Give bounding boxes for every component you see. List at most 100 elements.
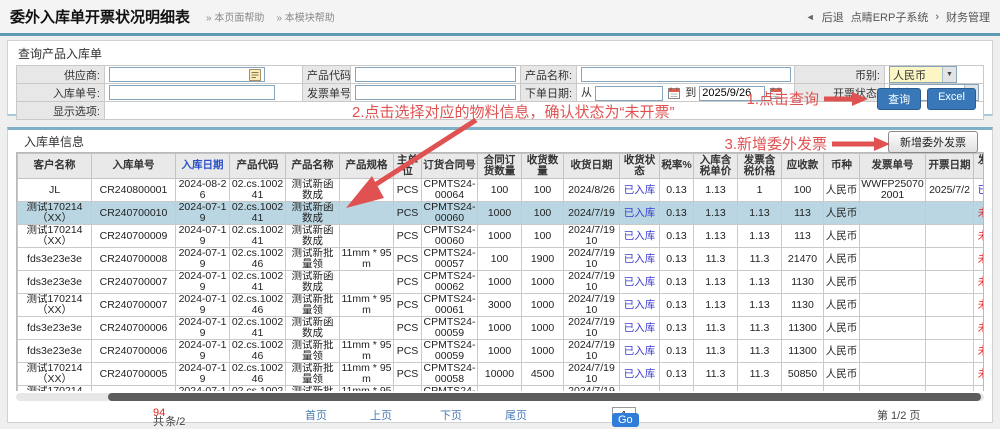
table-row[interactable]: fds3e23e3eCR2407000062024-07-1902.cs.100… (18, 340, 985, 363)
table-row[interactable]: 测试170214（XX）CR2407000102024-07-1902.cs.1… (18, 202, 985, 225)
cell: 测试新函数成 (286, 225, 340, 248)
column-header-10[interactable]: 收货日期 (564, 154, 620, 179)
column-header-14[interactable]: 发票含税价格 (738, 154, 782, 179)
red-arrow-diagonal-icon (338, 116, 488, 216)
inbound-orders-table: 客户名称入库单号入库日期产品代码产品名称产品规格主单位订货合同号合同订货数量收货… (17, 153, 984, 391)
cell: 11.3 (738, 363, 782, 386)
cell: fds3e23e3e (18, 248, 92, 271)
column-header-9[interactable]: 收货数量 (522, 154, 564, 179)
cell: 11.3 (738, 386, 782, 391)
column-header-16[interactable]: 币种 (824, 154, 860, 179)
search-button[interactable]: 查询 (877, 88, 921, 110)
column-header-0[interactable]: 客户名称 (18, 154, 92, 179)
column-header-3[interactable]: 产品代码 (230, 154, 286, 179)
cell: 2024-07-19 (176, 317, 230, 340)
column-header-15[interactable]: 应收款 (782, 154, 824, 179)
table-row[interactable]: fds3e23e3eCR2407000072024-07-1902.cs.100… (18, 271, 985, 294)
cell: PCS (394, 363, 422, 386)
results-header: 入库单信息 3.新增委外发票 新增委外发票 (16, 130, 984, 152)
cell: 测试170214（XX） (18, 225, 92, 248)
help-link-module[interactable]: » 本模块帮助 (276, 9, 334, 24)
cell: 已入库 (620, 386, 660, 391)
cell: 1.13 (694, 294, 738, 317)
first-page-link[interactable]: 首页 (305, 407, 327, 423)
column-header-1[interactable]: 入库单号 (92, 154, 176, 179)
cell (860, 248, 926, 271)
cell (926, 225, 974, 248)
cell: 已开票 (974, 179, 985, 202)
column-header-13[interactable]: 入库含税单价 (694, 154, 738, 179)
page-title: 委外入库单开票状况明细表 (10, 6, 190, 27)
cell: 1.13 (694, 271, 738, 294)
add-outsource-invoice-button[interactable]: 新增委外发票 (888, 131, 978, 153)
cell: 2024-08-26 (176, 179, 230, 202)
column-header-18[interactable]: 开票日期 (926, 154, 974, 179)
table-row[interactable]: JLCR2408000012024-08-2602.cs.100241测试新函数… (18, 179, 985, 202)
prev-page-link[interactable]: 上页 (370, 407, 392, 423)
top-bar: 委外入库单开票状况明细表 » 本页面帮助 » 本模块帮助 ◄ 后退 点睛ERP子… (0, 0, 1000, 33)
cell: 1 (738, 179, 782, 202)
next-page-link[interactable]: 下页 (440, 407, 462, 423)
table-row[interactable]: fds3e23e3eCR2407000082024-07-1902.cs.100… (18, 248, 985, 271)
cell (860, 225, 926, 248)
cell (860, 386, 926, 391)
results-title: 入库单信息 (16, 133, 84, 150)
cell: 0.13 (660, 248, 694, 271)
table-row[interactable]: fds3e23e3eCR2407000062024-07-1902.cs.100… (18, 317, 985, 340)
horizontal-scrollbar-track[interactable] (16, 393, 984, 401)
table-row[interactable]: 测试170214（XX）CR2407000072024-07-1902.cs.1… (18, 294, 985, 317)
last-page-link[interactable]: 尾页 (505, 407, 527, 423)
back-button[interactable]: 后退 (822, 9, 844, 25)
cell: CR240800001 (92, 179, 176, 202)
inbound-no-input[interactable] (109, 85, 275, 100)
table-row[interactable]: 测试170214（XX）CR2407000042024-07-1902.cs.1… (18, 386, 985, 391)
invoice-no-input[interactable] (355, 85, 516, 100)
excel-button[interactable]: Excel (927, 88, 976, 110)
table-row[interactable]: 测试170214（XX）CR2407000052024-07-1902.cs.1… (18, 363, 985, 386)
table-row[interactable]: 测试170214（XX）CR2407000092024-07-1902.cs.1… (18, 225, 985, 248)
cell (926, 386, 974, 391)
cell: 50850 (782, 363, 824, 386)
chevron-down-icon: ▼ (942, 67, 956, 82)
currency-select[interactable]: 人民币 ▼ (889, 66, 957, 83)
column-header-11[interactable]: 收货状态 (620, 154, 660, 179)
cell: 0.13 (660, 179, 694, 202)
cell: 2024/7/19 (564, 202, 620, 225)
cell: 测试新函数成 (286, 202, 340, 225)
cell: 2024/7/19 10 (564, 225, 620, 248)
cell: 3000 (478, 294, 522, 317)
cell: 2024/7/19 10 (564, 294, 620, 317)
cell: CPMTS24-00060 (422, 225, 478, 248)
column-header-2[interactable]: 入库日期 (176, 154, 230, 179)
column-header-17[interactable]: 发票单号 (860, 154, 926, 179)
cell: 11.3 (694, 363, 738, 386)
breadcrumb-app[interactable]: 点睛ERP子系统 (851, 9, 929, 25)
cell (860, 363, 926, 386)
calendar-icon[interactable] (668, 87, 680, 99)
cell: 1130 (782, 271, 824, 294)
cell: 2024/7/19 10 (564, 386, 620, 391)
results-panel: 入库单信息 3.新增委外发票 新增委外发票 客户名称入库单号入库日期产品代码产品… (7, 127, 993, 423)
column-header-4[interactable]: 产品名称 (286, 154, 340, 179)
cell: 1.13 (694, 179, 738, 202)
cell: 未开票 (974, 363, 985, 386)
annotation-step3: 3.新增委外发票 (724, 133, 890, 154)
horizontal-scrollbar-thumb[interactable] (108, 393, 981, 401)
cell: 2024-07-19 (176, 271, 230, 294)
cell: 0.13 (660, 225, 694, 248)
supplier-input[interactable] (109, 67, 265, 82)
go-button[interactable]: Go (612, 413, 639, 427)
product-code-input[interactable] (355, 67, 516, 82)
cell (926, 294, 974, 317)
help-link-page[interactable]: » 本页面帮助 (206, 9, 264, 24)
cell (926, 271, 974, 294)
column-header-12[interactable]: 税率% (660, 154, 694, 179)
breadcrumb-module[interactable]: 财务管理 (946, 9, 990, 25)
cell: 测试170214（XX） (18, 386, 92, 391)
product-name-input[interactable] (581, 67, 791, 82)
cell (926, 202, 974, 225)
cell: 测试新批量领 (286, 294, 340, 317)
order-date-from-input[interactable] (595, 86, 663, 101)
column-header-19[interactable]: 发票状态 (974, 154, 985, 179)
supplier-picker-icon[interactable] (249, 69, 261, 81)
